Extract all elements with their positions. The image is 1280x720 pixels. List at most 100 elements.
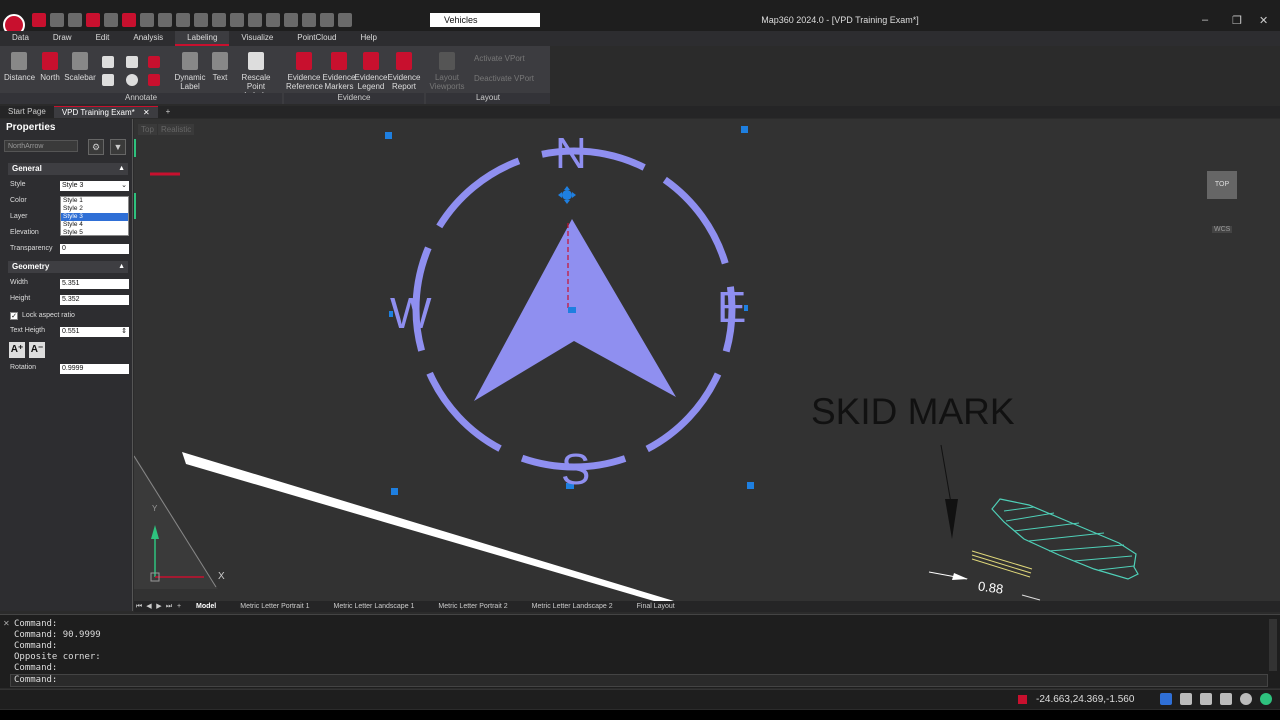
style-option[interactable]: Style 3 bbox=[61, 213, 128, 221]
plot-icon[interactable] bbox=[122, 13, 136, 27]
new-file-icon[interactable] bbox=[32, 13, 46, 27]
settings-icon[interactable] bbox=[1160, 693, 1172, 705]
warning-icon[interactable] bbox=[1018, 695, 1027, 704]
line-icon[interactable] bbox=[266, 13, 280, 27]
distance-button[interactable]: Distance bbox=[4, 52, 35, 82]
close-cmd-icon[interactable]: ✕ bbox=[3, 619, 10, 628]
dynamic-label-button[interactable]: Dynamic Label bbox=[174, 52, 206, 91]
drawing-canvas[interactable]: Top Realistic N S E W SKID MARK 0.88 Y X… bbox=[134, 119, 1280, 601]
quick-select-icon[interactable]: ⚙ bbox=[88, 139, 104, 155]
rotation-field[interactable]: 0.9999 bbox=[60, 364, 129, 374]
tab-vpd-training-exam[interactable]: VPD Training Exam* ✕ bbox=[53, 106, 158, 118]
curve-icon[interactable] bbox=[148, 56, 160, 68]
sphere-icon[interactable] bbox=[248, 13, 262, 27]
north-button[interactable]: North bbox=[38, 52, 62, 82]
close-button[interactable]: ✕ bbox=[1259, 14, 1268, 27]
layout-nav-button[interactable]: ⏭ bbox=[164, 602, 174, 612]
grip[interactable] bbox=[568, 307, 576, 313]
add-tab-button[interactable]: + bbox=[158, 106, 179, 118]
transparency-field[interactable]: 0 bbox=[60, 244, 129, 254]
circle-icon[interactable] bbox=[126, 74, 138, 86]
navcube-top[interactable]: TOP bbox=[1207, 171, 1237, 199]
layout-viewports-button[interactable]: Layout Viewports bbox=[428, 52, 466, 91]
evidence-reference-button[interactable]: Evidence Reference bbox=[286, 52, 323, 91]
layout-tab[interactable]: Final Layout bbox=[625, 603, 687, 610]
object-type-select[interactable]: NorthArrow bbox=[4, 140, 78, 152]
height-field[interactable]: 5.352 bbox=[60, 295, 129, 305]
close-tab-icon[interactable]: ✕ bbox=[143, 108, 150, 117]
layout-nav-button[interactable]: ◀ bbox=[144, 602, 154, 612]
tab-visualize[interactable]: Visualize bbox=[229, 31, 285, 46]
select-icon[interactable] bbox=[176, 13, 190, 27]
style-option[interactable]: Style 1 bbox=[61, 197, 128, 205]
grip[interactable] bbox=[747, 482, 754, 489]
open-icon[interactable] bbox=[86, 13, 100, 27]
scalebar-button[interactable]: Scalebar bbox=[64, 52, 96, 82]
minimize-button[interactable]: – bbox=[1202, 14, 1208, 26]
layout-tab[interactable]: Model bbox=[184, 603, 228, 610]
layout-nav-button[interactable]: ▶ bbox=[154, 602, 164, 612]
grip[interactable] bbox=[385, 132, 392, 139]
move-grip-icon[interactable] bbox=[558, 186, 576, 204]
undo-icon[interactable] bbox=[50, 13, 64, 27]
filter-icon[interactable]: ▼ bbox=[110, 139, 126, 155]
save-icon[interactable] bbox=[104, 13, 118, 27]
layout-tab[interactable]: Metric Letter Landscape 1 bbox=[321, 603, 426, 610]
redo-icon[interactable] bbox=[68, 13, 82, 27]
color-swatch-icon[interactable] bbox=[338, 13, 352, 27]
evidence-report-button[interactable]: Evidence Report bbox=[387, 52, 421, 91]
chevron-icon[interactable] bbox=[126, 56, 138, 68]
tab-data[interactable]: Data bbox=[0, 31, 41, 46]
light-icon[interactable] bbox=[320, 13, 334, 27]
layout-tab[interactable]: Metric Letter Landscape 2 bbox=[520, 603, 625, 610]
command-input[interactable]: Command: bbox=[10, 674, 1268, 687]
tab-analysis[interactable]: Analysis bbox=[121, 31, 175, 46]
general-section-header[interactable]: General ▲ bbox=[8, 163, 128, 175]
style-option[interactable]: Style 5 bbox=[61, 229, 128, 237]
tab-pointcloud[interactable]: PointCloud bbox=[285, 31, 348, 46]
tab-edit[interactable]: Edit bbox=[84, 31, 122, 46]
width-field[interactable]: 5.351 bbox=[60, 279, 129, 289]
grip[interactable] bbox=[391, 488, 398, 495]
spinner-icon[interactable]: ⇕ bbox=[121, 327, 127, 337]
leader-icon[interactable] bbox=[102, 74, 114, 86]
layers-icon[interactable] bbox=[284, 13, 298, 27]
copy-icon[interactable] bbox=[140, 13, 154, 27]
view-icon[interactable] bbox=[1200, 693, 1212, 705]
tab-draw[interactable]: Draw bbox=[41, 31, 84, 46]
tab-start-page[interactable]: Start Page bbox=[0, 106, 54, 118]
snap-icon[interactable] bbox=[212, 13, 226, 27]
style-select[interactable]: Style 3 ⌄ bbox=[60, 181, 129, 191]
orbit-icon[interactable] bbox=[230, 13, 244, 27]
pointer-icon[interactable] bbox=[102, 56, 114, 68]
layer-combo[interactable]: Vehicles bbox=[430, 13, 540, 27]
lock-aspect-checkbox[interactable]: ✓ bbox=[10, 312, 18, 320]
layout-nav-button[interactable]: ⏮ bbox=[134, 602, 144, 612]
text-height-field[interactable]: 0.551 ⇕ bbox=[60, 327, 129, 337]
wcs-label[interactable]: WCS bbox=[1212, 226, 1233, 233]
evidence-legend-button[interactable]: Evidence Legend bbox=[354, 52, 388, 91]
camera-icon[interactable] bbox=[1240, 693, 1252, 705]
activate-vport-button[interactable]: Activate VPort bbox=[474, 54, 544, 63]
style-option[interactable]: Style 4 bbox=[61, 221, 128, 229]
restore-button[interactable]: ❐ bbox=[1232, 14, 1242, 27]
geometry-section-header[interactable]: Geometry ▲ bbox=[8, 261, 128, 273]
paste-icon[interactable] bbox=[158, 13, 172, 27]
cmd-scrollbar[interactable] bbox=[1269, 619, 1277, 671]
layout-tab[interactable]: Metric Letter Portrait 2 bbox=[426, 603, 519, 610]
tools-icon[interactable] bbox=[1180, 693, 1192, 705]
pan-icon[interactable] bbox=[302, 13, 316, 27]
layout-tab[interactable]: Metric Letter Portrait 1 bbox=[228, 603, 321, 610]
style-option[interactable]: Style 2 bbox=[61, 205, 128, 213]
box-icon[interactable] bbox=[148, 74, 160, 86]
layout-icon[interactable] bbox=[1220, 693, 1232, 705]
grid-icon[interactable] bbox=[194, 13, 208, 27]
tab-labeling[interactable]: Labeling bbox=[175, 31, 230, 46]
increase-text-button[interactable]: A⁺ bbox=[9, 342, 25, 358]
layout-nav-button[interactable]: + bbox=[174, 602, 184, 612]
deactivate-vport-button[interactable]: Deactivate VPort bbox=[474, 74, 550, 83]
grip[interactable] bbox=[741, 126, 748, 133]
decrease-text-button[interactable]: A⁻ bbox=[29, 342, 45, 358]
text-button[interactable]: Text bbox=[210, 52, 230, 82]
evidence-markers-button[interactable]: Evidence Markers bbox=[322, 52, 356, 91]
